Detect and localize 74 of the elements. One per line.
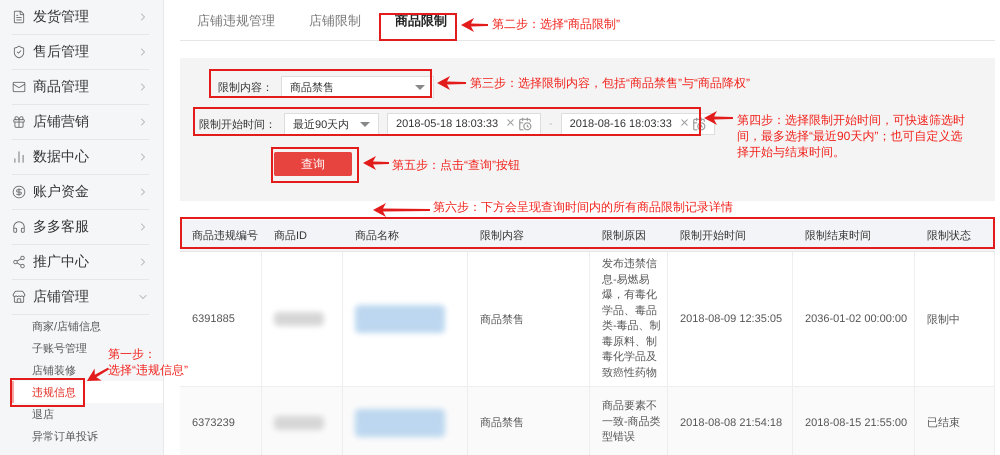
calendar-icon[interactable] (518, 117, 532, 131)
table-cell: 2018-08-09 12:35:05 (680, 313, 782, 325)
annotation-text: 第四步：选择限制开始时间，可快速筛选时 间，最多选择“最近90天内”；也可自定义选 择开始与结束时间。 (737, 112, 965, 160)
column-header: 商品名称 (343, 220, 468, 252)
sidebar-item[interactable]: 店铺管理 (12, 280, 149, 315)
table-cell: 2018-08-08 21:54:18 (680, 416, 782, 428)
annotation-text: 第三步：选择限制内容，包括“商品禁售”与“商品降权” (470, 75, 750, 91)
range-separator: - (549, 118, 553, 130)
redacted-id (274, 416, 324, 430)
annotation-text: 第五步：点击“查询”按钮 (392, 157, 520, 173)
table-cell-text: 发布违禁信息-易燃易爆，有毒化学品、毒品类-毒品、制毒原料、制毒化学品及致癌性药物 (602, 257, 662, 380)
field-label: 限制开始时间： (199, 118, 276, 132)
table-cell: 2018-08-15 21:55:00 (805, 416, 908, 428)
query-button[interactable]: 查询 (274, 152, 352, 176)
clear-icon[interactable] (505, 117, 516, 128)
annotation-arrow (373, 203, 430, 217)
column-header: 限制原因 (590, 220, 668, 252)
table-cell-text: 商品禁售 (480, 312, 524, 326)
column-header: 商品ID (262, 220, 343, 252)
tab[interactable]: 店铺违规管理 (180, 12, 292, 30)
submenu-item[interactable]: 违规信息 (12, 381, 163, 403)
bar-chart-icon (12, 150, 26, 164)
table-cell: 6373239 (192, 416, 235, 428)
submenu-item[interactable]: 店铺装修 (12, 359, 78, 381)
annotation-text: 第二步：选择“商品限制” (492, 16, 620, 32)
table-cell: 6391885 (192, 313, 235, 325)
field-label: 限制内容： (218, 80, 273, 94)
sidebar-item[interactable]: 发货管理 (12, 0, 149, 35)
table-cell-text: 已结束 (927, 416, 960, 430)
table-cell-text: 限制中 (927, 312, 960, 326)
sidebar-item[interactable]: 多多客服 (12, 210, 149, 245)
shield-icon (12, 45, 26, 59)
table-cell-text: 商品禁售 (480, 416, 524, 430)
sidebar-item[interactable]: 售后管理 (12, 35, 149, 70)
caret-icon (360, 122, 370, 126)
submenu-item[interactable]: 子账号管理 (12, 337, 89, 359)
gift-icon (12, 115, 26, 129)
sidebar-item[interactable]: 账户资金 (12, 175, 149, 210)
content-select[interactable]: 商品禁售 (281, 76, 434, 98)
annotation-arrow (363, 156, 389, 170)
annotation-text: 第六步：下方会呈现查询时间内的所有商品限制记录详情 (433, 199, 733, 215)
sidebar-item[interactable]: 数据中心 (12, 140, 149, 175)
annotation-text: 第一步： 选择“违规信息” (108, 346, 188, 378)
table-cell: 2036-01-02 00:00:00 (805, 313, 908, 325)
share-icon (12, 255, 26, 269)
range-select[interactable]: 最近90天内 (284, 113, 379, 135)
column-header: 限制结束时间 (793, 220, 915, 252)
submenu-item[interactable]: 商家/店铺信息 (12, 315, 104, 337)
annotation-arrow (437, 76, 466, 90)
store-icon (12, 290, 26, 304)
sidebar-item[interactable]: 推广中心 (12, 245, 149, 280)
table-cell-text: 商品要素不一致-商品类型错误 (602, 399, 662, 446)
column-header: 限制内容 (468, 220, 590, 252)
submenu-item[interactable]: 异常订单投诉 (12, 425, 100, 447)
start-date-field[interactable]: 2018-05-18 18:03:33 (387, 113, 541, 135)
clear-icon[interactable] (678, 117, 690, 128)
submenu-item[interactable]: 退店 (12, 403, 56, 425)
annotation-arrow (704, 111, 733, 125)
caret-icon (415, 84, 425, 90)
sidebar-item[interactable]: 商品管理 (12, 70, 149, 105)
column-header: 限制状态 (915, 220, 995, 252)
column-header: 限制开始时间 (668, 220, 793, 252)
document-icon (12, 10, 26, 24)
calendar-icon[interactable] (692, 117, 706, 131)
headset-icon (12, 220, 26, 234)
annotation-arrow (461, 18, 488, 32)
column-header: 商品违规编号 (180, 220, 262, 252)
tab[interactable]: 店铺限制 (292, 12, 378, 30)
end-date-field[interactable]: 2018-08-16 18:03:33 (560, 113, 715, 135)
annotation-arrow (86, 368, 110, 381)
coin-icon (12, 185, 26, 199)
redacted-id (274, 312, 324, 326)
mail-icon (12, 80, 26, 94)
sidebar-item[interactable]: 店铺营销 (12, 105, 149, 140)
